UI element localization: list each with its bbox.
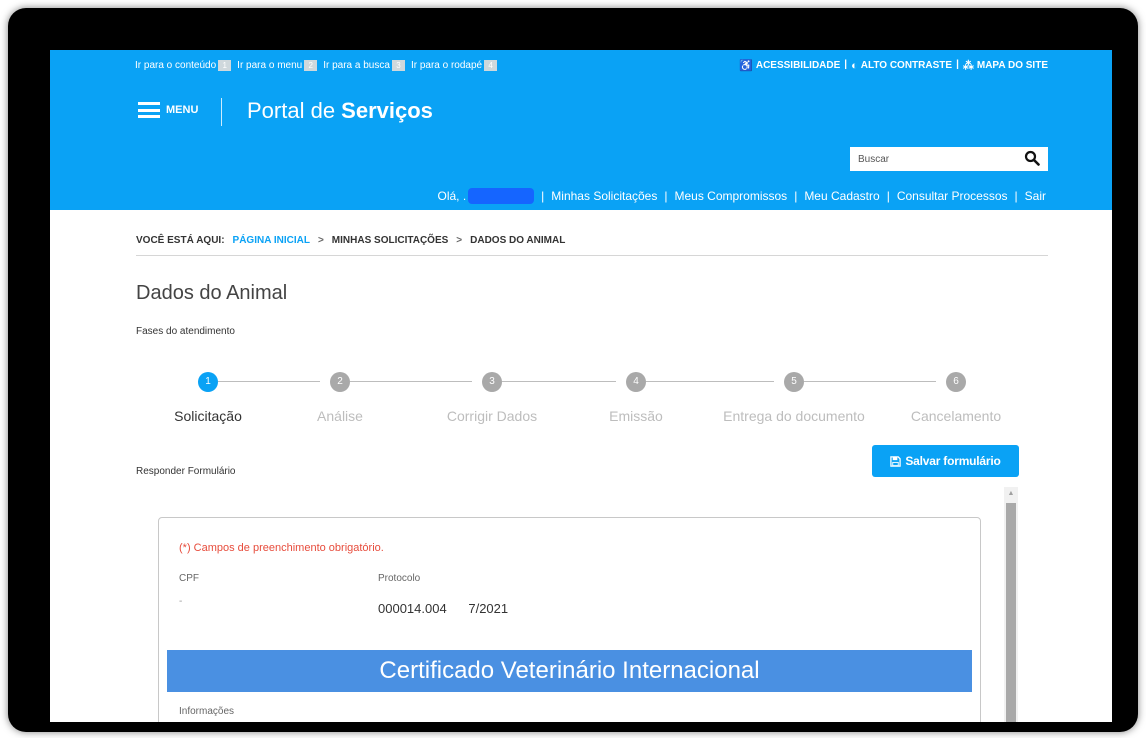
- step-1-label: Solicitação: [174, 408, 242, 424]
- key-badge: 1: [218, 60, 232, 71]
- nav-logout[interactable]: Sair: [1025, 189, 1046, 203]
- form-scrollbar[interactable]: ▲: [1004, 487, 1018, 722]
- skip-link-menu[interactable]: Ir para o menu 2: [237, 60, 318, 71]
- page-title: Dados do Animal: [136, 282, 288, 304]
- protocol-value: 000014.004 7/2021: [378, 601, 509, 616]
- accessibility-link[interactable]: ♿ ACESSIBILIDADE: [739, 59, 840, 72]
- step-5-indicator: 5: [784, 372, 804, 392]
- skip-link-footer[interactable]: Ir para o rodapé 4: [410, 60, 498, 71]
- divider: |: [886, 189, 890, 203]
- step-connector: [218, 381, 320, 382]
- site-header: Ir para o conteúdo 1 Ir para o menu 2 Ir p…: [50, 50, 1112, 210]
- menu-button[interactable]: MENU: [138, 102, 198, 118]
- key-badge: 3: [391, 60, 405, 71]
- portal-title-bold: Serviços: [341, 98, 433, 123]
- contrast-icon: ◐: [851, 59, 858, 72]
- nav-my-appointments[interactable]: Meus Compromissos: [674, 189, 787, 203]
- nav-my-requests[interactable]: Minhas Solicitações: [551, 189, 657, 203]
- step-3-indicator: 3: [482, 372, 502, 392]
- scroll-up-arrow-icon[interactable]: ▲: [1004, 487, 1018, 501]
- nav-check-processes[interactable]: Consultar Processos: [897, 189, 1008, 203]
- portal-title[interactable]: Portal de Serviços: [247, 98, 433, 124]
- step-2-label: Análise: [317, 408, 363, 424]
- breadcrumb-prefix: VOCÊ ESTÁ AQUI:: [136, 235, 225, 246]
- hamburger-icon: [138, 102, 160, 118]
- sitemap-label: MAPA DO SITE: [976, 60, 1048, 71]
- breadcrumb-divider: [136, 255, 1048, 256]
- info-section-label: Informações: [179, 706, 235, 717]
- divider: |: [541, 189, 545, 203]
- save-form-button[interactable]: Salvar formulário: [872, 445, 1019, 477]
- step-2-indicator: 2: [330, 372, 350, 392]
- utility-links: ♿ ACESSIBILIDADE | ◐ ALTO CONTRASTE | ⁂ …: [739, 59, 1048, 72]
- user-nav: Olá, . | Minhas Solicitações | Meus Comp…: [437, 188, 1046, 204]
- screenshot-frame: Ir para o conteúdo 1 Ir para o menu 2 Ir p…: [0, 0, 1146, 738]
- sitemap-link[interactable]: ⁂ MAPA DO SITE: [963, 59, 1048, 72]
- divider: |: [1014, 189, 1018, 203]
- contrast-label: ALTO CONTRASTE: [860, 60, 953, 71]
- user-name-redacted: [468, 188, 535, 204]
- breadcrumb-my-requests[interactable]: MINHAS SOLICITAÇÕES: [332, 235, 448, 246]
- skip-link-label: Ir para o menu: [237, 60, 303, 71]
- search-input[interactable]: [850, 153, 1020, 165]
- divider: |: [956, 59, 959, 70]
- divider: |: [664, 189, 668, 203]
- user-greeting: Olá, .: [437, 189, 467, 203]
- key-badge: 2: [304, 60, 318, 71]
- step-1-indicator: 1: [198, 372, 218, 392]
- breadcrumb: VOCÊ ESTÁ AQUI: PÁGINA INICIAL > MINHAS …: [136, 235, 565, 246]
- step-3-label: Corrigir Dados: [446, 408, 538, 424]
- certificate-banner: Certificado Veterinário Internacional: [167, 650, 972, 692]
- step-5-label: Entrega do documento: [723, 408, 865, 424]
- skip-link-label: Ir para o conteúdo: [135, 60, 217, 71]
- breadcrumb-home[interactable]: PÁGINA INICIAL: [233, 235, 310, 246]
- browser-viewport: Ir para o conteúdo 1 Ir para o menu 2 Ir p…: [50, 50, 1112, 722]
- cpf-value: -: [179, 596, 183, 607]
- step-connector: [804, 381, 936, 382]
- protocol-label: Protocolo: [378, 573, 421, 584]
- portal-title-regular: Portal de: [247, 98, 342, 123]
- step-4-indicator: 4: [626, 372, 646, 392]
- breadcrumb-separator: >: [317, 235, 324, 246]
- search-icon[interactable]: [1024, 150, 1040, 166]
- accessibility-label: ACESSIBILIDADE: [755, 60, 841, 71]
- save-form-label: Salvar formulário: [905, 454, 1001, 468]
- step-4-label: Emissão: [609, 408, 663, 424]
- contrast-link[interactable]: ◐ ALTO CONTRASTE: [851, 59, 952, 72]
- scroll-thumb[interactable]: [1006, 503, 1016, 722]
- phases-label: Fases do atendimento: [136, 326, 235, 337]
- step-6-label: Cancelamento: [910, 408, 1002, 424]
- step-connector: [502, 381, 616, 382]
- respond-form-label: Responder Formulário: [136, 466, 236, 477]
- form-panel: (*) Campos de preenchimento obrigatório.…: [158, 517, 981, 722]
- floppy-disk-icon: [890, 455, 902, 467]
- skip-link-content[interactable]: Ir para o conteúdo 1: [135, 60, 232, 71]
- skip-link-label: Ir para a busca: [323, 60, 390, 71]
- cpf-label: CPF: [179, 573, 199, 584]
- key-badge: 4: [484, 60, 498, 71]
- step-6-indicator: 6: [946, 372, 966, 392]
- skip-link-search[interactable]: Ir para a busca 3: [323, 60, 405, 71]
- phase-stepper: 1 2 3 4 5 6 Solicitação Análise Corrigir…: [136, 370, 1036, 430]
- sitemap-icon: ⁂: [962, 60, 974, 72]
- frame-border: Ir para o conteúdo 1 Ir para o menu 2 Ir p…: [8, 8, 1138, 732]
- breadcrumb-current: DADOS DO ANIMAL: [470, 235, 566, 246]
- skip-link-label: Ir para o rodapé: [410, 60, 483, 71]
- required-fields-note: (*) Campos de preenchimento obrigatório.: [179, 542, 384, 554]
- nav-my-profile[interactable]: Meu Cadastro: [804, 189, 879, 203]
- accessibility-icon: ♿: [739, 60, 753, 72]
- divider: |: [794, 189, 798, 203]
- skip-links: Ir para o conteúdo 1 Ir para o menu 2 Ir p…: [135, 60, 498, 71]
- divider: |: [844, 59, 848, 70]
- search-box: [850, 147, 1048, 171]
- breadcrumb-separator: >: [456, 235, 463, 246]
- menu-label: MENU: [166, 104, 199, 116]
- step-connector: [646, 381, 774, 382]
- step-connector: [350, 381, 472, 382]
- header-divider: [221, 98, 222, 126]
